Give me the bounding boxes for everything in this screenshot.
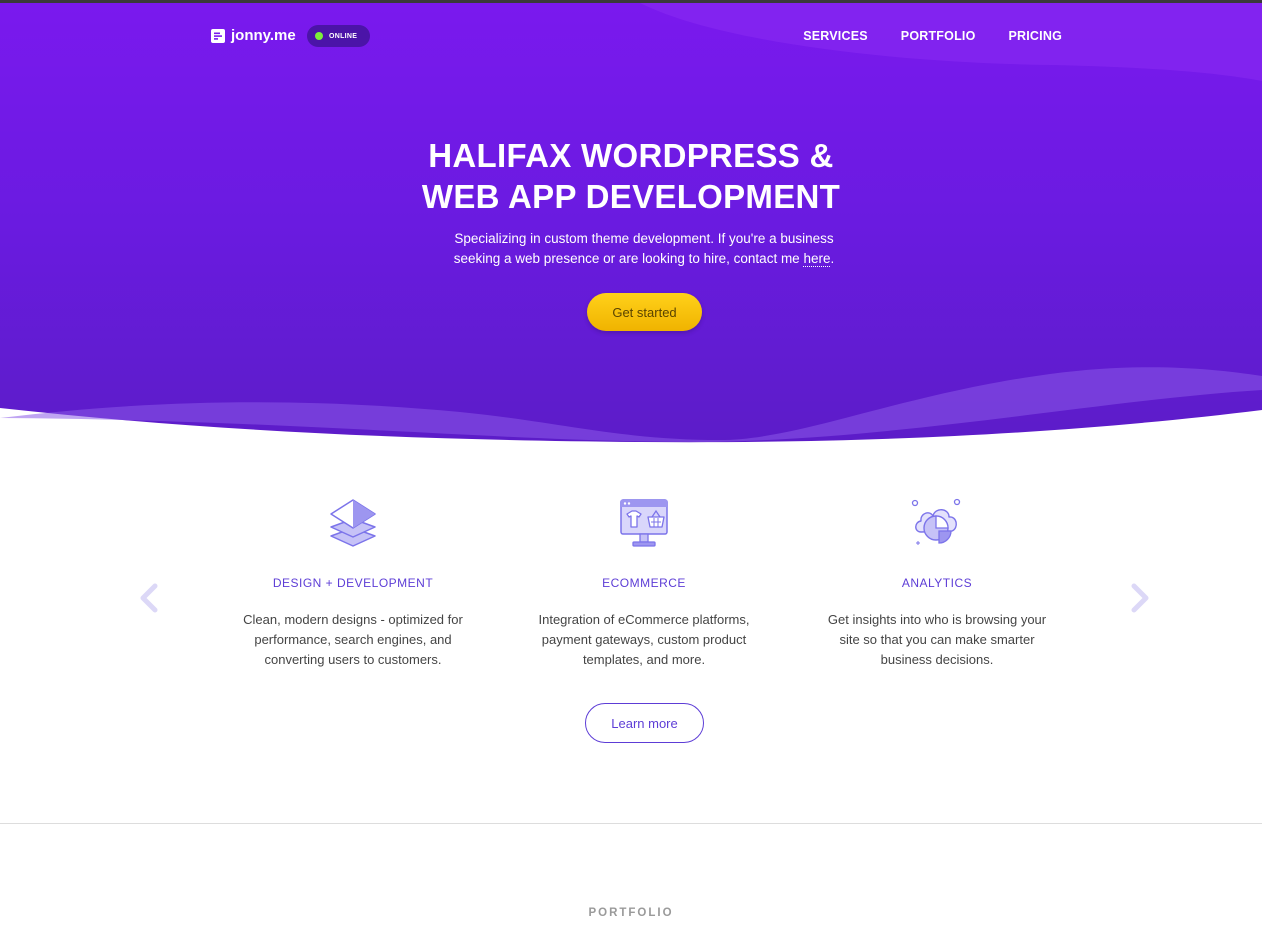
- hero-title-line-2: WEB APP DEVELOPMENT: [421, 178, 841, 215]
- brand-name: jonny.me: [231, 27, 296, 44]
- service-title: DESIGN + DEVELOPMENT: [272, 576, 434, 590]
- service-title: ECOMMERCE: [602, 576, 686, 590]
- service-description: Clean, modern designs - optimized for pe…: [243, 612, 463, 667]
- services-section: DESIGN + DEVELOPMENT Clean, modern desig…: [0, 460, 1262, 820]
- status-dot-icon: [315, 32, 323, 40]
- status-label: ONLINE: [329, 32, 358, 40]
- nav-item-services[interactable]: SERVICES: [803, 29, 868, 43]
- nav-item-pricing[interactable]: PRICING: [1009, 29, 1063, 43]
- nav-links: SERVICES PORTFOLIO PRICING: [803, 29, 1062, 43]
- hero-subtitle: Specializing in custom theme development…: [431, 229, 857, 269]
- hero-wave-divider: [0, 367, 1262, 450]
- nav-item-portfolio[interactable]: PORTFOLIO: [901, 29, 976, 43]
- status-badge: ONLINE: [307, 25, 370, 47]
- portfolio-section-heading: PORTFOLIO: [588, 907, 674, 919]
- monitor-shop-icon: [620, 499, 668, 547]
- hero-title: HALIFAX WORDPRESS & WEB APP DEVELOPMENT: [0, 135, 1262, 217]
- chevron-right-icon[interactable]: [1129, 583, 1153, 613]
- service-description: Integration of eCommerce platforms, paym…: [538, 612, 750, 667]
- get-started-button[interactable]: Get started: [587, 293, 702, 331]
- section-divider: [0, 823, 1262, 824]
- hero-title-line-1: HALIFAX WORDPRESS &: [428, 137, 834, 174]
- hero-subtitle-text: Specializing in custom theme development…: [453, 231, 834, 266]
- top-navigation: jonny.me ONLINE SERVICES PORTFOLIO PRICI…: [0, 3, 1262, 73]
- cloud-chart-icon: [911, 498, 961, 545]
- chevron-left-icon[interactable]: [136, 583, 160, 613]
- top-border: [0, 0, 1262, 3]
- layers-icon: [330, 499, 376, 547]
- brand-logo[interactable]: jonny.me: [211, 27, 296, 44]
- service-title: ANALYTICS: [901, 576, 973, 590]
- service-ecommerce: ECOMMERCE Integration of eCommerce platf…: [524, 498, 764, 670]
- contact-here-link[interactable]: here: [803, 251, 831, 267]
- service-description: Get insights into who is browsing your s…: [827, 612, 1047, 667]
- document-icon: [211, 28, 225, 43]
- service-design-development: DESIGN + DEVELOPMENT Clean, modern desig…: [233, 498, 473, 670]
- service-analytics: ANALYTICS Get insights into who is brows…: [817, 498, 1057, 670]
- learn-more-button[interactable]: Learn more: [585, 703, 704, 743]
- hero-subtitle-end: .: [830, 251, 835, 266]
